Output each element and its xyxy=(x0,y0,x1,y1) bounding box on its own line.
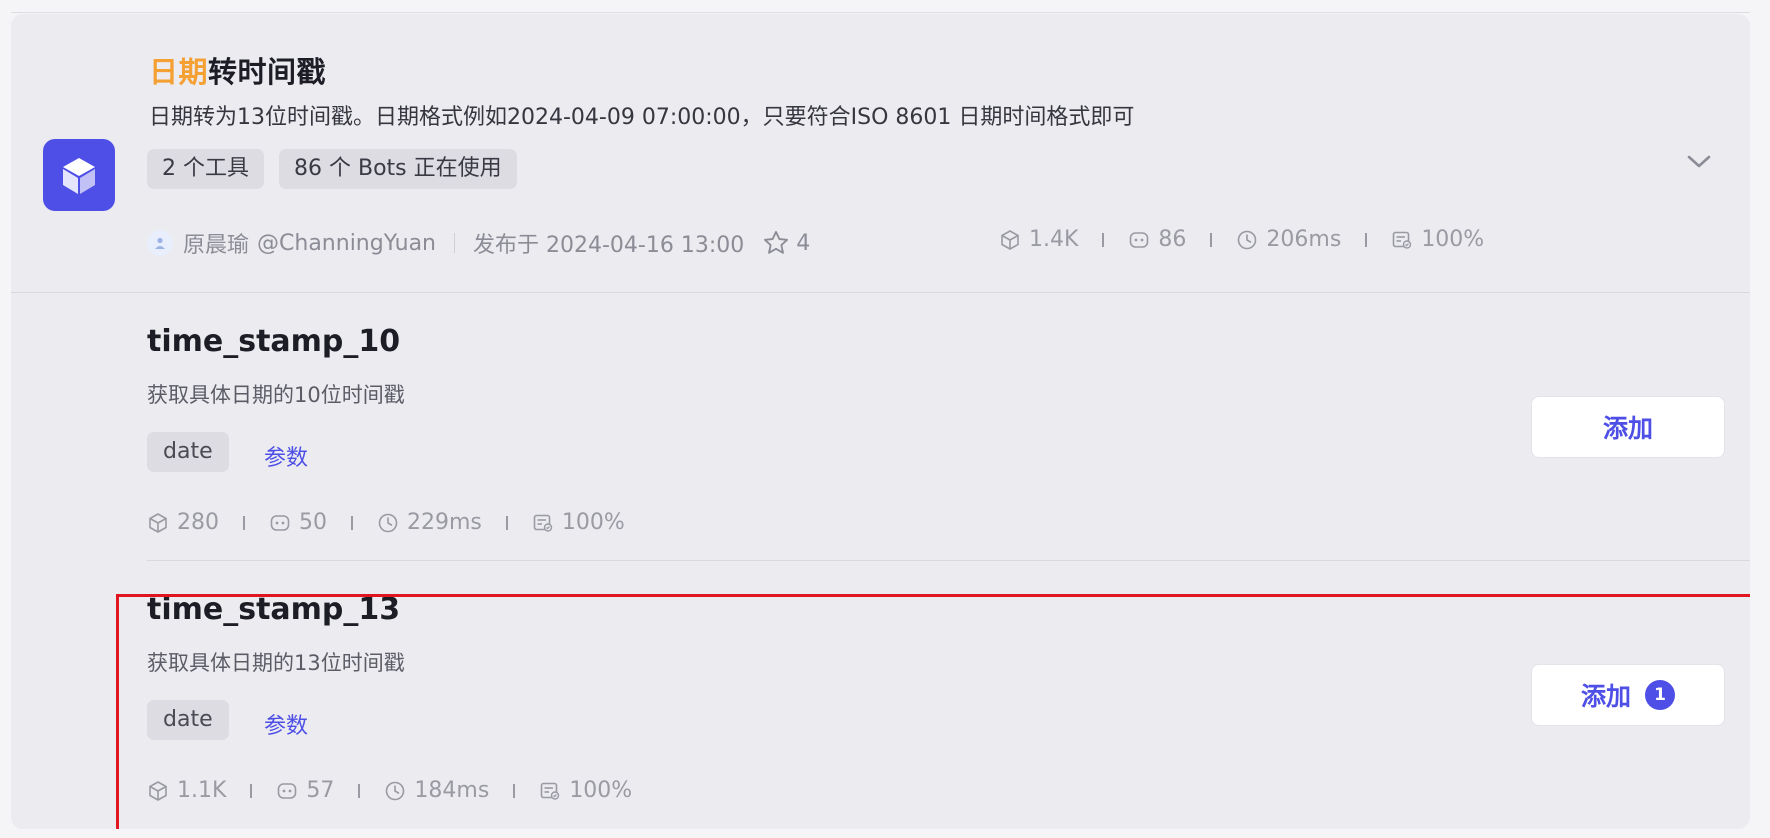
add-button-label: 添加 xyxy=(1602,414,1653,443)
tool-name: time_stamp_10 xyxy=(147,324,401,359)
success-rate: 100% xyxy=(1421,227,1485,252)
add-button[interactable]: 添加 xyxy=(1531,396,1725,458)
param-tag: date xyxy=(147,700,229,740)
call-count: 280 xyxy=(177,510,219,535)
clock-icon xyxy=(1238,230,1257,249)
cube-stat-icon xyxy=(149,780,167,801)
latency: 206ms xyxy=(1266,227,1342,252)
star-icon xyxy=(764,230,789,254)
plugin-stats: 1.4K 86 206ms 100% xyxy=(999,227,1484,252)
cube-stat-icon xyxy=(1001,229,1019,250)
bot-icon xyxy=(270,514,290,531)
clock-icon xyxy=(386,781,405,800)
param-tag: date xyxy=(147,432,229,472)
bot-count: 57 xyxy=(306,778,335,803)
latency: 184ms xyxy=(414,778,490,803)
bot-count: 50 xyxy=(299,510,327,535)
call-count: 1.1K xyxy=(177,778,227,803)
success-rate: 100% xyxy=(561,510,625,535)
plugin-title: 日期转时间戳 xyxy=(149,49,326,91)
bot-icon xyxy=(278,782,297,799)
call-count: 1.4K xyxy=(1029,227,1079,252)
bot-usage-chip: 86 个 Bots 正在使用 xyxy=(279,149,517,189)
cube-stat-icon xyxy=(149,512,167,533)
author-name[interactable]: 原晨瑜 xyxy=(183,227,249,259)
plugin-card: 日期转时间戳 日期转为13位时间戳。日期格式例如2024-04-09 07:00… xyxy=(11,14,1750,829)
tool-stats: 280 50 229ms 100% xyxy=(147,510,625,535)
publish-date: 发布于 2024-04-16 13:00 xyxy=(473,233,745,258)
meta-divider xyxy=(454,233,455,253)
top-divider xyxy=(11,12,1750,13)
chevron-down-icon[interactable] xyxy=(1681,144,1717,180)
latency: 229ms xyxy=(407,510,482,535)
plugin-title-rest: 转时间戳 xyxy=(208,55,327,89)
tool-description: 获取具体日期的10位时间戳 xyxy=(147,383,405,407)
success-rate-icon xyxy=(533,514,553,532)
plugin-description: 日期转为13位时间戳。日期格式例如2024-04-09 07:00:00，只要符… xyxy=(149,105,1135,130)
plugin-header[interactable]: 日期转时间戳 日期转为13位时间戳。日期格式例如2024-04-09 07:00… xyxy=(11,14,1750,293)
tool-stats: 1.1K 57 184ms 100% xyxy=(147,778,632,803)
success-rate-icon xyxy=(1393,231,1412,249)
clock-icon xyxy=(378,513,398,532)
success-rate: 100% xyxy=(569,778,633,803)
tool-divider xyxy=(147,560,1750,561)
plugin-chips: 2 个工具 86 个 Bots 正在使用 xyxy=(147,149,517,189)
tool-name: time_stamp_13 xyxy=(147,592,401,627)
param-link[interactable]: 参数 xyxy=(264,440,308,472)
success-rate-icon xyxy=(541,782,560,800)
add-button[interactable]: 添加 1 xyxy=(1531,664,1725,726)
bot-count: 86 xyxy=(1158,227,1187,252)
plugin-meta: 原晨瑜 @ChanningYuan 发布于 2024-04-16 13:00 4 xyxy=(147,227,810,259)
avatar[interactable] xyxy=(147,230,173,256)
favorite-count: 4 xyxy=(796,230,811,256)
tool-count-chip: 2 个工具 xyxy=(147,149,264,189)
plugin-title-highlight: 日期 xyxy=(149,55,209,89)
author-handle[interactable]: @ChanningYuan xyxy=(257,231,436,256)
favorite-button[interactable]: 4 xyxy=(762,229,810,257)
add-button-label: 添加 xyxy=(1580,682,1631,711)
cube-icon xyxy=(43,139,115,211)
bot-icon xyxy=(1130,231,1149,248)
added-count-badge: 1 xyxy=(1645,680,1675,710)
tool-description: 获取具体日期的13位时间戳 xyxy=(147,651,405,675)
param-link[interactable]: 参数 xyxy=(264,708,308,740)
